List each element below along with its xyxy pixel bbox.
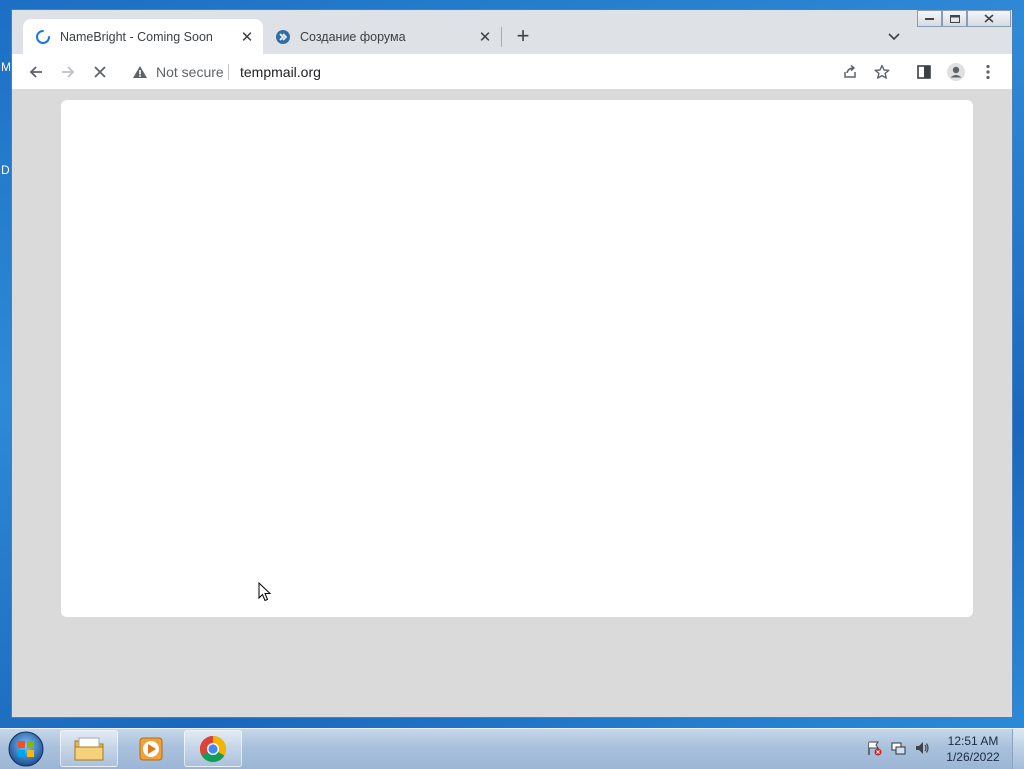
taskbar-chrome-button[interactable] xyxy=(184,730,242,767)
browser-toolbar: Not secure tempmail.org xyxy=(12,54,1012,90)
taskbar-explorer-button[interactable] xyxy=(60,730,118,767)
minimize-button[interactable] xyxy=(917,10,942,27)
action-center-flag-icon[interactable] xyxy=(865,739,883,757)
taskbar-media-player-button[interactable] xyxy=(122,730,180,767)
page-content-card xyxy=(61,100,973,617)
clock-time: 12:51 AM xyxy=(947,734,999,748)
address-bar[interactable]: Not secure tempmail.org xyxy=(122,58,902,86)
side-panel-icon[interactable] xyxy=(910,58,938,86)
tab-namebright[interactable]: NameBright - Coming Soon ✕ xyxy=(23,19,263,54)
page-viewport xyxy=(12,90,1012,717)
forward-arrow-icon[interactable] xyxy=(54,58,82,86)
tab-separator xyxy=(501,27,502,47)
chrome-icon xyxy=(199,735,227,762)
star-icon[interactable] xyxy=(868,58,896,86)
tab-title: Создание форума xyxy=(300,29,406,44)
folder-icon xyxy=(74,737,104,760)
desktop-icon-label-d: D xyxy=(1,163,10,177)
tab-strip: NameBright - Coming Soon ✕ Создание фору… xyxy=(12,10,1012,54)
kebab-menu-icon[interactable] xyxy=(974,58,1002,86)
network-icon[interactable] xyxy=(889,739,907,757)
tab-close-icon[interactable]: ✕ xyxy=(475,27,495,47)
browser-window: NameBright - Coming Soon ✕ Создание фору… xyxy=(11,9,1013,718)
tab-forum[interactable]: Создание форума ✕ xyxy=(263,19,501,54)
volume-icon[interactable] xyxy=(913,739,931,757)
taskbar: 12:51 AM 1/26/2022 xyxy=(0,728,1024,769)
system-clock[interactable]: 12:51 AM 1/26/2022 xyxy=(940,733,1006,765)
tab-search-icon[interactable] xyxy=(884,27,904,47)
window-controls xyxy=(917,10,1011,28)
media-player-icon xyxy=(139,737,163,760)
loading-spinner-icon xyxy=(36,29,50,44)
tab-title: NameBright - Coming Soon xyxy=(60,29,213,44)
share-icon[interactable] xyxy=(836,58,864,86)
close-window-button[interactable] xyxy=(967,10,1011,27)
clock-date: 1/26/2022 xyxy=(946,750,1000,764)
warning-icon[interactable] xyxy=(132,65,148,79)
desktop-icon-label-m: M xyxy=(1,60,11,74)
mouse-cursor-icon xyxy=(258,582,272,602)
start-button[interactable] xyxy=(6,730,46,768)
profile-icon[interactable] xyxy=(942,58,970,86)
back-arrow-icon[interactable] xyxy=(22,58,50,86)
security-label[interactable]: Not secure xyxy=(156,64,224,80)
tab-close-icon[interactable]: ✕ xyxy=(237,27,257,47)
url-text[interactable]: tempmail.org xyxy=(240,64,321,80)
forum-favicon-icon xyxy=(276,29,290,44)
show-desktop-button[interactable] xyxy=(1012,729,1024,769)
stop-loading-icon[interactable] xyxy=(86,58,114,86)
omnibox-separator xyxy=(228,64,229,80)
new-tab-button[interactable]: + xyxy=(511,23,535,48)
maximize-button[interactable] xyxy=(942,10,967,27)
